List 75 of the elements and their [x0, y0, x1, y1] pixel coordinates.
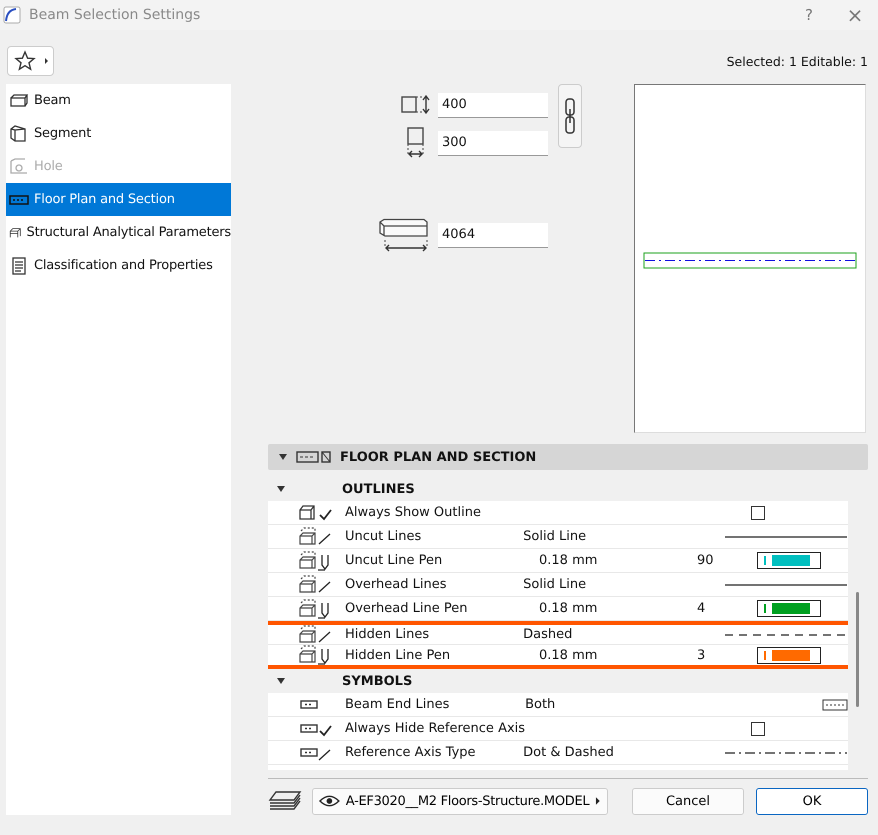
- property-value: 0.18 mm: [539, 648, 598, 662]
- caret-icon: [44, 58, 48, 64]
- app-icon: [3, 6, 21, 24]
- property-value: Dashed: [523, 627, 572, 642]
- property-value: Solid Line: [523, 577, 586, 592]
- property-label: Overhead Line Pen: [345, 601, 468, 616]
- property-label: Hidden Line Pen: [345, 648, 452, 662]
- pen-number: 3: [697, 648, 706, 662]
- selection-info: Selected: 1 Editable: 1: [726, 54, 868, 68]
- caret-icon: [595, 796, 601, 806]
- line-pen-icon: [299, 645, 329, 665]
- axis-line-icon: [300, 748, 330, 760]
- pen-number: 4: [697, 601, 706, 616]
- beam-end-icon: [300, 700, 318, 708]
- pen-color-swatch[interactable]: [757, 646, 821, 664]
- cancel-button[interactable]: Cancel: [632, 788, 744, 814]
- property-label: Always Show Outline: [345, 505, 482, 520]
- layers-icon: [268, 790, 302, 812]
- checkbox[interactable]: [751, 506, 765, 520]
- group-label: OUTLINES: [342, 482, 415, 496]
- beam-end-icon[interactable]: [822, 698, 848, 710]
- line-sample[interactable]: [724, 632, 848, 638]
- property-value: 0.18 mm: [539, 553, 598, 568]
- property-label: Reference Axis Type: [345, 745, 477, 760]
- line-pen-icon: [299, 550, 329, 570]
- line-sample[interactable]: [724, 750, 848, 756]
- scrollbar-thumb[interactable]: [856, 592, 859, 707]
- property-label: Always Hide Reference Axis: [345, 721, 526, 736]
- sidebar-item[interactable]: Structural Analytical Parameters: [6, 216, 231, 249]
- pen-color-swatch[interactable]: [757, 600, 821, 617]
- sidebar-item[interactable]: Beam: [6, 84, 231, 117]
- property-value: Both: [525, 697, 556, 712]
- pen-color-swatch[interactable]: [757, 552, 821, 569]
- line-sample[interactable]: [724, 582, 848, 588]
- line-type-icon: [299, 624, 330, 642]
- group-label: SYMBOLS: [342, 674, 412, 688]
- line-pen-icon: [299, 598, 329, 618]
- property-label: Beam End Lines: [345, 697, 450, 712]
- collapse-icon[interactable]: [276, 485, 286, 493]
- height-field[interactable]: 400: [438, 92, 548, 118]
- line-type-icon: [299, 526, 330, 544]
- axis-check-icon: [300, 724, 332, 736]
- property-label: Hidden Lines: [345, 627, 430, 642]
- beam-icon: [9, 92, 29, 110]
- window-title: Beam Selection Settings: [29, 7, 200, 23]
- line-sample[interactable]: [724, 534, 848, 540]
- hole-icon: [9, 158, 29, 176]
- pen-number: 90: [697, 553, 714, 568]
- property-value: Solid Line: [523, 529, 586, 544]
- link-button[interactable]: [558, 84, 582, 148]
- width-field[interactable]: 300: [438, 130, 548, 156]
- star-icon: [14, 50, 36, 71]
- property-label: Overhead Lines: [345, 577, 448, 592]
- favorites-button[interactable]: [7, 46, 54, 76]
- line-type-icon: [299, 574, 330, 592]
- collapse-icon: [278, 453, 288, 461]
- section-header[interactable]: FLOOR PLAN AND SECTION: [268, 444, 868, 470]
- property-value: Dot & Dashed: [523, 745, 614, 760]
- property-value: 0.18 mm: [539, 601, 598, 616]
- help-button[interactable]: ?: [786, 0, 832, 30]
- sidebar-item[interactable]: Classification and Properties: [6, 249, 231, 282]
- floor-plan-icon: [296, 450, 332, 464]
- sidebar-item[interactable]: Segment: [6, 117, 231, 150]
- property-label: Uncut Lines: [345, 529, 422, 544]
- collapse-icon[interactable]: [276, 677, 286, 685]
- link-icon: [564, 97, 576, 135]
- layer-dropdown[interactable]: A-EF3020__M2 Floors-Structure.MODEL: [312, 788, 608, 814]
- close-button[interactable]: ×: [832, 0, 878, 30]
- outline-check-icon: [299, 504, 332, 520]
- length-field[interactable]: 4064: [438, 222, 548, 248]
- ok-button[interactable]: OK: [756, 788, 868, 814]
- checkbox[interactable]: [751, 722, 765, 736]
- eye-icon: [319, 794, 340, 808]
- sidebar-item[interactable]: Floor Plan and Section: [6, 183, 231, 216]
- property-label: Uncut Line Pen: [345, 553, 444, 568]
